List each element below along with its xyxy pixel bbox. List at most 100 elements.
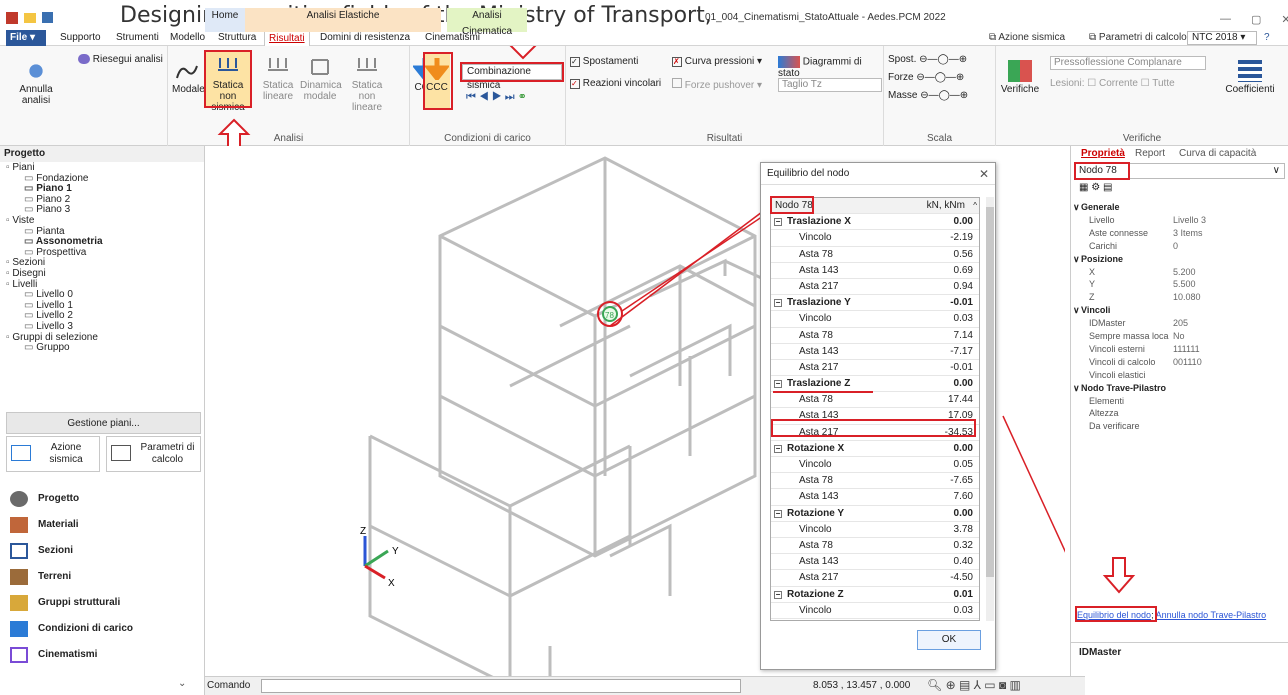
grid-row: Asta 143 0.69: [771, 263, 979, 279]
verifiche-button[interactable]: Verifiche: [1000, 60, 1040, 95]
property-row[interactable]: Elementi: [1079, 396, 1277, 406]
context-home[interactable]: Home: [205, 8, 245, 32]
azione-sismica-toggle[interactable]: ⧉ Azione sismica: [985, 30, 1069, 46]
property-section[interactable]: ∨ Posizione: [1073, 254, 1277, 264]
tree-item[interactable]: ▭ Piano 3: [6, 205, 201, 216]
property-row[interactable]: Livello Livello 3: [1079, 215, 1277, 225]
axes-gizmo: Z Y X: [360, 526, 399, 589]
tab-supporto[interactable]: Supporto: [56, 30, 105, 46]
nav-materiali[interactable]: Materiali: [0, 512, 205, 538]
dialog-close-icon[interactable]: ✕: [979, 167, 989, 181]
parametri-calcolo-toggle[interactable]: ⧉ Parametri di calcolo: [1085, 30, 1191, 46]
property-row[interactable]: Z 10.080: [1079, 292, 1277, 302]
expand-chevron-icon[interactable]: ⌄: [178, 678, 186, 689]
property-row[interactable]: Da verificare: [1079, 421, 1277, 431]
property-row[interactable]: Vincoli esterni 111111: [1079, 344, 1277, 354]
minimize-icon[interactable]: —: [1220, 13, 1231, 26]
spostamenti-checkbox[interactable]: ✓ Spostamenti: [570, 56, 666, 67]
tab-file[interactable]: File ▾: [6, 30, 46, 46]
tab-report[interactable]: Report: [1135, 146, 1165, 162]
dinamica-modale-button[interactable]: Dinamica modale: [300, 56, 342, 102]
tab-struttura[interactable]: Struttura: [214, 30, 260, 46]
tab-proprieta[interactable]: Proprietà: [1081, 146, 1125, 162]
tree-item-label: Gruppi di selezione: [12, 331, 98, 343]
property-row[interactable]: Vincoli elastici: [1079, 370, 1277, 380]
nav-cinematismi[interactable]: Cinematismi: [0, 642, 205, 668]
masse-slider[interactable]: Masse ⊖—◯—⊕: [888, 90, 992, 101]
tab-curva-capacita[interactable]: Curva di capacità: [1179, 146, 1256, 162]
forze-pushover-checkbox[interactable]: Forze pushover ▾: [672, 78, 772, 91]
tree-item[interactable]: ▭ Gruppo: [6, 342, 201, 354]
property-row[interactable]: Vincoli di calcolo 001110: [1079, 357, 1277, 367]
collapse-icon[interactable]: −: [774, 590, 782, 599]
collapse-icon[interactable]: −: [774, 509, 782, 518]
property-row[interactable]: Aste connesse 3 Items: [1079, 228, 1277, 238]
row-label: Asta 78: [799, 475, 833, 487]
status-bar: Comando 8.053 , 13.457 , 0.000 🔍︎ ⊕ ▤ ⅄ …: [205, 676, 1085, 695]
grid-section-row[interactable]: − Traslazione Z 0.00: [771, 376, 979, 393]
property-section[interactable]: ∨ Vincoli: [1073, 305, 1277, 315]
save-icon[interactable]: [42, 12, 53, 23]
annulla-nodo-link[interactable]: Annulla nodo Trave-Pilastro: [1156, 610, 1267, 620]
azione-sismica-button[interactable]: Azione sismica: [6, 436, 100, 472]
modale-button[interactable]: Modale: [172, 60, 205, 95]
nav-terreni[interactable]: Terreni: [0, 564, 205, 590]
annulla-analisi-button[interactable]: Annulla analisi: [4, 60, 68, 106]
parametri-calcolo-button[interactable]: Parametri di calcolo: [106, 436, 201, 472]
curva-pressioni-checkbox[interactable]: ✗ Curva pressioni ▾: [672, 56, 772, 67]
collapse-icon[interactable]: −: [774, 380, 782, 389]
grid-section-row[interactable]: − Traslazione X 0.00: [771, 214, 979, 231]
nav-sezioni[interactable]: Sezioni: [0, 538, 205, 564]
property-key: Aste connesse: [1089, 227, 1149, 238]
nav-gruppi-strutturali[interactable]: Gruppi strutturali: [0, 590, 205, 616]
property-row[interactable]: Altezza: [1079, 408, 1277, 418]
grid-section-row[interactable]: − Rotazione Y 0.00: [771, 506, 979, 522]
diagrammi-button[interactable]: Diagrammi di stato: [778, 56, 882, 79]
property-row[interactable]: Y 5.500: [1079, 279, 1277, 289]
reazioni-checkbox[interactable]: ✓ Reazioni vincolari: [570, 78, 670, 89]
grid-section-row[interactable]: − Rotazione X 0.00: [771, 441, 979, 457]
taglio-select[interactable]: Taglio Tz: [778, 78, 882, 92]
tab-modello[interactable]: Modello: [166, 30, 209, 46]
property-section[interactable]: ∨ Nodo Trave-Pilastro: [1073, 383, 1277, 393]
statica-non-lineare-button[interactable]: Statica non lineare: [344, 56, 390, 113]
dialog-scrollbar[interactable]: [986, 197, 994, 621]
property-section[interactable]: ∨ Generale: [1073, 202, 1277, 212]
grid-section-row[interactable]: − Rotazione Z 0.01: [771, 587, 979, 603]
maximize-icon[interactable]: ▢: [1251, 13, 1261, 26]
command-input[interactable]: [261, 679, 741, 693]
tab-domini-di-resistenza[interactable]: Domini di resistenza: [316, 30, 414, 46]
context-analisi-elastiche[interactable]: Analisi Elastiche: [245, 8, 441, 32]
context-analisi-cinematica[interactable]: Analisi Cinematica: [447, 8, 527, 37]
spost-slider[interactable]: Spost. ⊖—◯—⊕: [888, 54, 992, 65]
pressoflessione-select[interactable]: Pressoflessione Complanare: [1050, 56, 1206, 70]
property-row[interactable]: Sempre massa loca No: [1079, 331, 1277, 341]
help-icon[interactable]: ?: [1260, 30, 1274, 46]
nav-condizioni-di-carico[interactable]: Condizioni di carico: [0, 616, 205, 642]
gestione-piani-button[interactable]: Gestione piani...: [6, 412, 201, 434]
ok-button[interactable]: OK: [917, 630, 981, 650]
open-icon[interactable]: [24, 13, 36, 23]
collapse-icon[interactable]: −: [774, 218, 782, 227]
nav-progetto[interactable]: Progetto: [0, 486, 205, 512]
item-icon: ▭: [24, 193, 37, 205]
tab-strumenti[interactable]: Strumenti: [112, 30, 163, 46]
statica-lineare-button[interactable]: Statica lineare: [258, 56, 298, 102]
tab-risultati[interactable]: Risultati: [264, 30, 310, 46]
property-row[interactable]: IDMaster 205: [1079, 318, 1277, 328]
grid-section-row[interactable]: − Traslazione Y -0.01: [771, 295, 979, 312]
coefficienti-button[interactable]: Coefficienti: [1218, 60, 1282, 95]
collapse-icon[interactable]: −: [774, 444, 782, 453]
forze-slider[interactable]: Forze ⊖—◯—⊕: [888, 72, 992, 83]
close-icon[interactable]: ✕: [1281, 13, 1288, 26]
grid-row: Asta 217 0.94: [771, 279, 979, 296]
view-tools-icons[interactable]: 🔍︎ ⊕ ▤ ⅄ ▭ ◙ ▥: [927, 678, 1021, 692]
view-mode-icons[interactable]: ▦ ⚙ ▤: [1079, 182, 1112, 193]
property-row[interactable]: X 5.200: [1079, 267, 1277, 277]
collapse-icon[interactable]: −: [774, 299, 782, 308]
navigation-arrows[interactable]: ⏮ ◀ ▶ ⏭ ⚭: [466, 92, 556, 103]
riesegui-analisi-button[interactable]: Riesegui analisi: [78, 54, 164, 65]
lesioni-options[interactable]: Lesioni: ☐ Corrente ☐ Tutte: [1050, 78, 1210, 89]
norm-select[interactable]: NTC 2018 ▾: [1187, 31, 1257, 45]
property-row[interactable]: Carichi 0: [1079, 241, 1277, 251]
